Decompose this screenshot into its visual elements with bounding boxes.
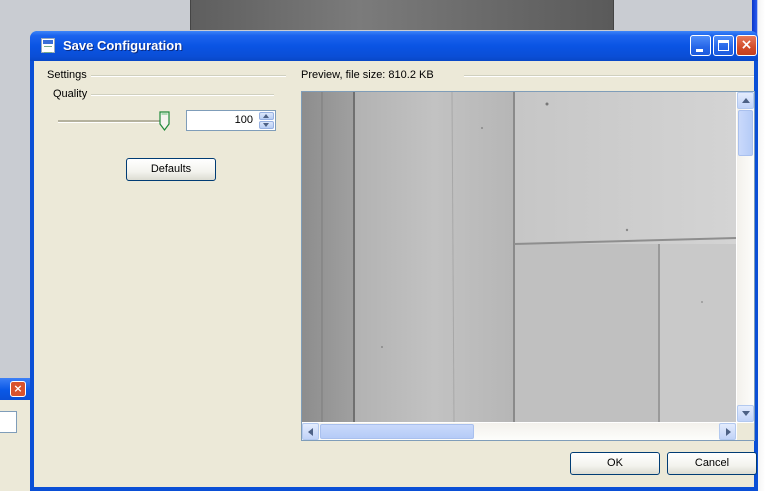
quality-value[interactable]: 100 <box>235 114 253 126</box>
background-photo-window <box>190 0 614 30</box>
maximize-button[interactable] <box>713 35 734 56</box>
spin-down-icon[interactable] <box>259 121 274 129</box>
scroll-up-icon[interactable] <box>737 92 754 109</box>
preview-horizontal-scrollbar[interactable] <box>302 423 736 440</box>
preview-pane[interactable] <box>301 91 755 441</box>
minimize-button[interactable] <box>690 35 711 56</box>
defaults-button[interactable]: Defaults <box>126 158 216 181</box>
quality-label: Quality <box>53 88 92 100</box>
vertical-scroll-thumb[interactable] <box>738 110 753 156</box>
preview-label: Preview, file size: 810.2 KB <box>301 69 438 81</box>
scroll-left-icon[interactable] <box>302 423 319 440</box>
quality-spinner[interactable]: 100 <box>186 110 276 131</box>
horizontal-scroll-thumb[interactable] <box>320 424 474 439</box>
close-icon: × <box>740 37 753 53</box>
preview-vertical-scrollbar[interactable] <box>737 92 754 422</box>
window-title: Save Configuration <box>63 38 183 53</box>
ok-button[interactable]: OK <box>570 452 660 475</box>
scroll-right-icon[interactable] <box>719 423 736 440</box>
background-input-field[interactable] <box>0 411 17 433</box>
maximize-icon <box>718 40 729 51</box>
scroll-down-icon[interactable] <box>737 405 754 422</box>
dialog-client-area: Settings Quality 100 Defaults Preview, f… <box>34 61 757 487</box>
background-close-icon[interactable]: × <box>10 381 26 397</box>
quality-separator <box>89 94 274 96</box>
settings-separator <box>74 75 286 77</box>
scrollbar-corner <box>737 423 754 440</box>
save-config-icon <box>41 38 55 53</box>
preview-image <box>302 92 736 422</box>
close-button[interactable]: × <box>736 35 757 56</box>
minimize-icon <box>696 49 703 52</box>
quality-slider-track[interactable] <box>58 120 168 123</box>
save-configuration-dialog: Save Configuration × Settings Quality 10… <box>30 31 758 491</box>
settings-group-label: Settings <box>47 69 91 81</box>
title-bar[interactable]: Save Configuration × <box>30 31 758 61</box>
preview-separator <box>464 75 754 77</box>
quality-slider-thumb[interactable] <box>159 111 170 131</box>
spin-up-icon[interactable] <box>259 112 274 120</box>
cancel-button[interactable]: Cancel <box>667 452 757 475</box>
